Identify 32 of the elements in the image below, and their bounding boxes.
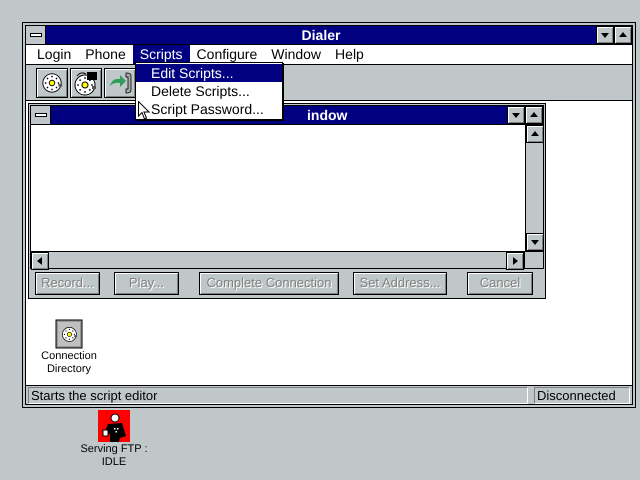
window-title: Dialer (300, 26, 342, 44)
menu-item[interactable]: Phone (78, 45, 133, 64)
system-menu-button[interactable] (26, 26, 46, 44)
status-message: Starts the script editor (28, 386, 528, 404)
phone-book-icon[interactable] (55, 319, 83, 349)
window-title: indow (307, 106, 348, 124)
hangup-button[interactable] (104, 68, 136, 98)
scroll-up-button[interactable] (526, 125, 544, 143)
icon-label: Connection Directory (41, 350, 97, 376)
menu-item[interactable]: Scripts (132, 45, 190, 64)
minimize-button[interactable] (507, 106, 525, 124)
server-figure-icon[interactable] (98, 410, 130, 442)
connection-status: Disconnected (534, 386, 630, 404)
menu-item[interactable]: Help (328, 45, 371, 64)
horizontal-scrollbar[interactable] (31, 252, 525, 268)
menu-item[interactable]: Window (264, 45, 328, 64)
menu-item[interactable]: Configure (190, 45, 264, 64)
vertical-scrollbar[interactable] (525, 125, 543, 251)
menu-item[interactable]: Edit Scripts... (136, 64, 282, 82)
scroll-down-button[interactable] (526, 233, 544, 251)
menu-item[interactable]: Login (30, 45, 78, 64)
redial-button[interactable] (70, 68, 102, 98)
maximize-button[interactable] (614, 26, 632, 44)
dial-button[interactable] (36, 68, 68, 98)
scroll-left-button[interactable] (31, 252, 49, 270)
menu-item[interactable]: Script Password... (136, 100, 282, 118)
menu-item[interactable]: Delete Scripts... (136, 82, 282, 100)
system-menu-button[interactable] (31, 106, 51, 124)
maximize-button[interactable] (525, 106, 543, 124)
scroll-right-button[interactable] (506, 252, 524, 270)
minimize-button[interactable] (596, 26, 614, 44)
icon-label: Serving FTP : IDLE (80, 443, 148, 469)
